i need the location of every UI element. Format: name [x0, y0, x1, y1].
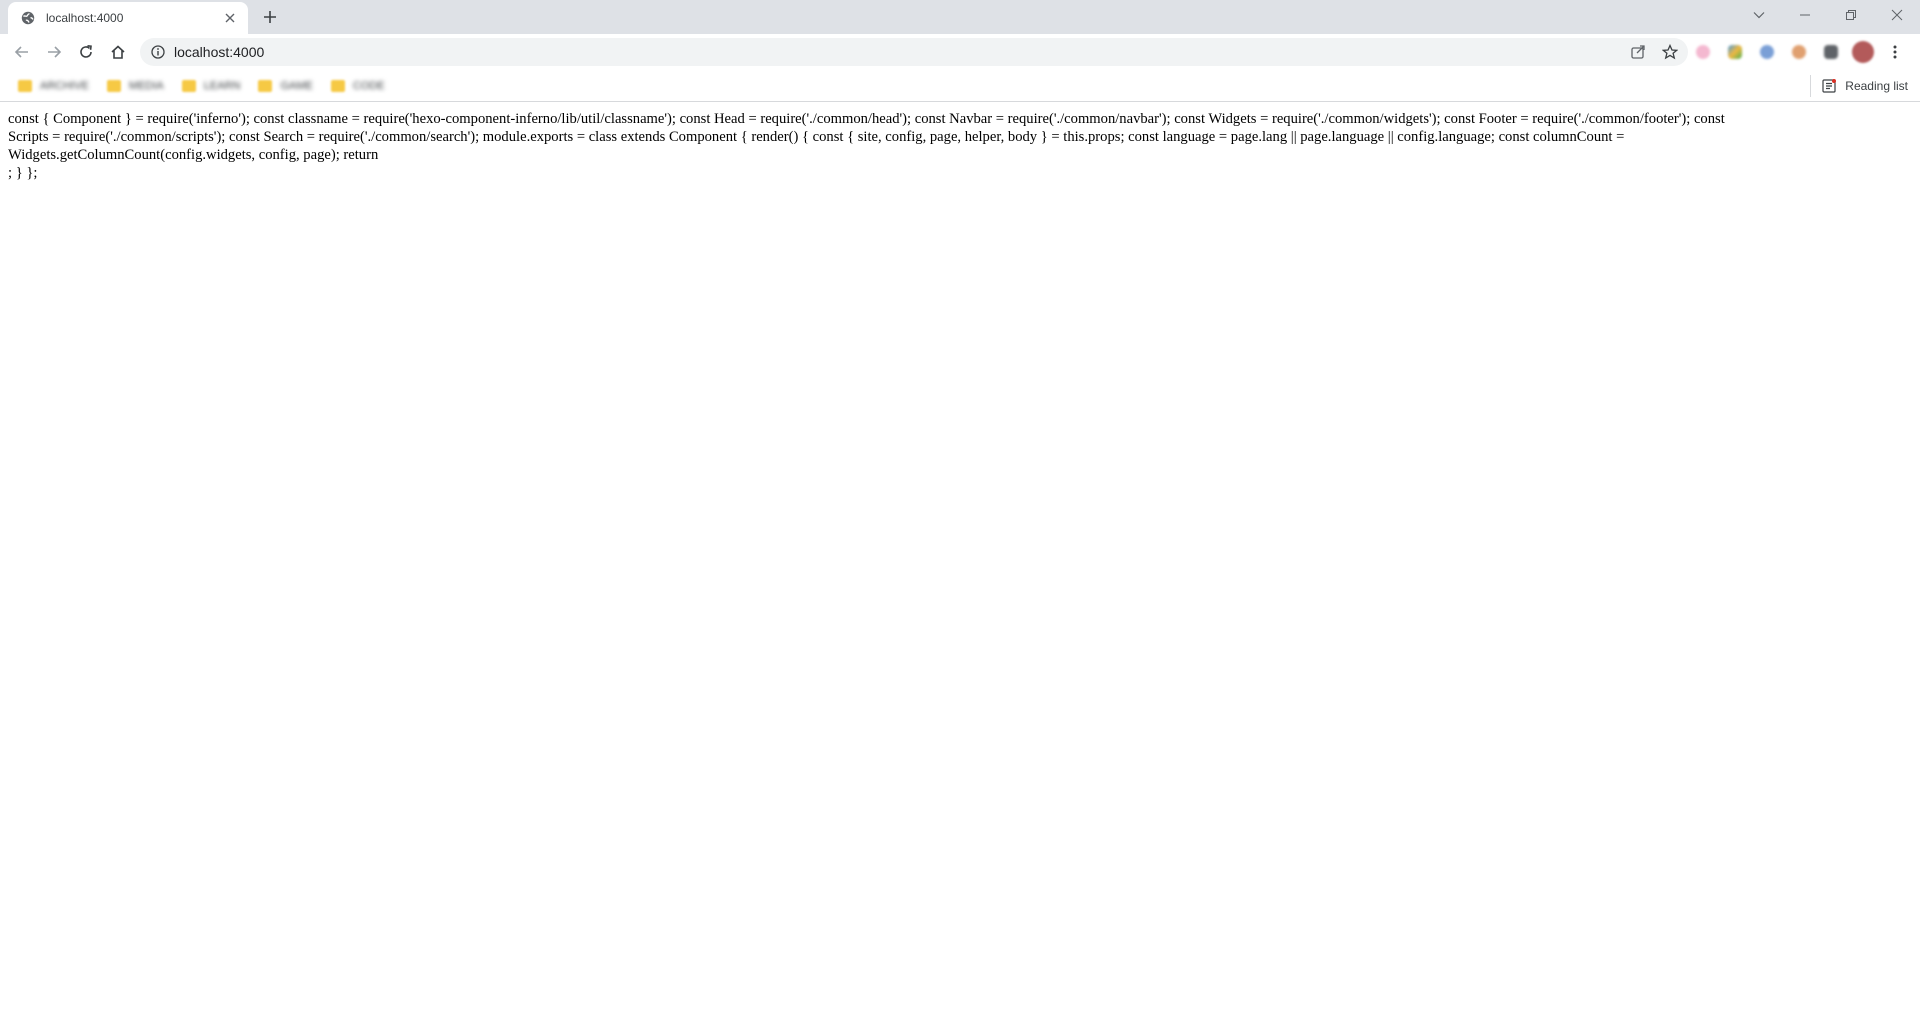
close-icon[interactable]: [222, 10, 238, 26]
text-line: const { Component } = require('inferno')…: [8, 111, 1725, 127]
folder-icon: [106, 80, 121, 92]
reload-icon: [80, 45, 92, 58]
menu-button[interactable]: [1884, 41, 1906, 63]
arrow-right-icon: [48, 46, 62, 58]
tab-localhost[interactable]: localhost:4000: [8, 2, 248, 34]
plus-icon: [264, 11, 276, 23]
extension-icon[interactable]: [1788, 41, 1810, 63]
text-line: ; } };: [8, 165, 38, 181]
more-vert-icon: [1893, 45, 1897, 59]
arrow-left-icon: [14, 46, 28, 58]
home-icon: [111, 45, 125, 59]
bookmark-label: GAME: [280, 80, 313, 92]
back-button[interactable]: [8, 38, 36, 66]
window-controls: [1736, 0, 1920, 30]
bookmark-label: ARCHIVE: [40, 80, 89, 92]
bookmark-folder[interactable]: GAME: [252, 76, 318, 96]
chevron-down-icon: [1753, 12, 1765, 19]
new-tab-button[interactable]: [258, 5, 282, 29]
forward-button[interactable]: [40, 38, 68, 66]
address-bar[interactable]: [140, 38, 1688, 66]
globe-icon: [20, 10, 36, 26]
share-icon[interactable]: [1628, 42, 1648, 62]
bookmark-folder[interactable]: LEARN: [176, 76, 247, 96]
info-icon[interactable]: [150, 44, 166, 60]
reading-list-button[interactable]: Reading list: [1810, 75, 1908, 97]
bookmark-folder[interactable]: MEDIA: [101, 76, 170, 96]
browser-toolbar: [0, 34, 1920, 70]
bookmark-label: CODE: [352, 80, 385, 92]
bookmark-folder[interactable]: ARCHIVE: [12, 76, 95, 96]
reading-list-label: Reading list: [1845, 79, 1908, 93]
puzzle-icon[interactable]: [1820, 41, 1842, 63]
tab-strip: localhost:4000: [0, 0, 1920, 34]
bookmark-label: LEARN: [203, 80, 241, 92]
extension-icon[interactable]: [1724, 41, 1746, 63]
folder-icon: [181, 80, 196, 92]
reading-list-icon: [1822, 79, 1837, 93]
page-source-text: const { Component } = require('inferno')…: [8, 110, 1908, 182]
reload-button[interactable]: [72, 38, 100, 66]
text-line: Widgets.getColumnCount(config.widgets, c…: [8, 147, 379, 163]
close-window-button[interactable]: [1874, 0, 1920, 30]
text-line: Scripts = require('./common/scripts'); c…: [8, 129, 1625, 145]
close-window-icon: [1891, 9, 1903, 21]
extension-icon[interactable]: [1756, 41, 1778, 63]
page-content: const { Component } = require('inferno')…: [0, 103, 1920, 1032]
avatar[interactable]: [1852, 41, 1874, 63]
minimize-button[interactable]: [1782, 0, 1828, 30]
folder-icon: [18, 80, 32, 92]
url-input[interactable]: [174, 44, 1474, 60]
tab-title: localhost:4000: [46, 11, 124, 25]
tab-search-button[interactable]: [1736, 0, 1782, 30]
minimize-icon: [1800, 14, 1810, 16]
extension-icon[interactable]: [1692, 41, 1714, 63]
bookmark-label: MEDIA: [128, 80, 164, 92]
extensions-area: [1692, 38, 1906, 66]
bookmarks-bar: ARCHIVE MEDIA LEARN GAME CODE Reading li…: [0, 70, 1920, 102]
folder-icon: [330, 80, 345, 92]
restore-icon: [1846, 10, 1856, 20]
star-icon[interactable]: [1660, 42, 1680, 62]
bookmark-folder[interactable]: CODE: [325, 76, 391, 96]
restore-button[interactable]: [1828, 0, 1874, 30]
folder-icon: [258, 80, 273, 92]
home-button[interactable]: [104, 38, 132, 66]
